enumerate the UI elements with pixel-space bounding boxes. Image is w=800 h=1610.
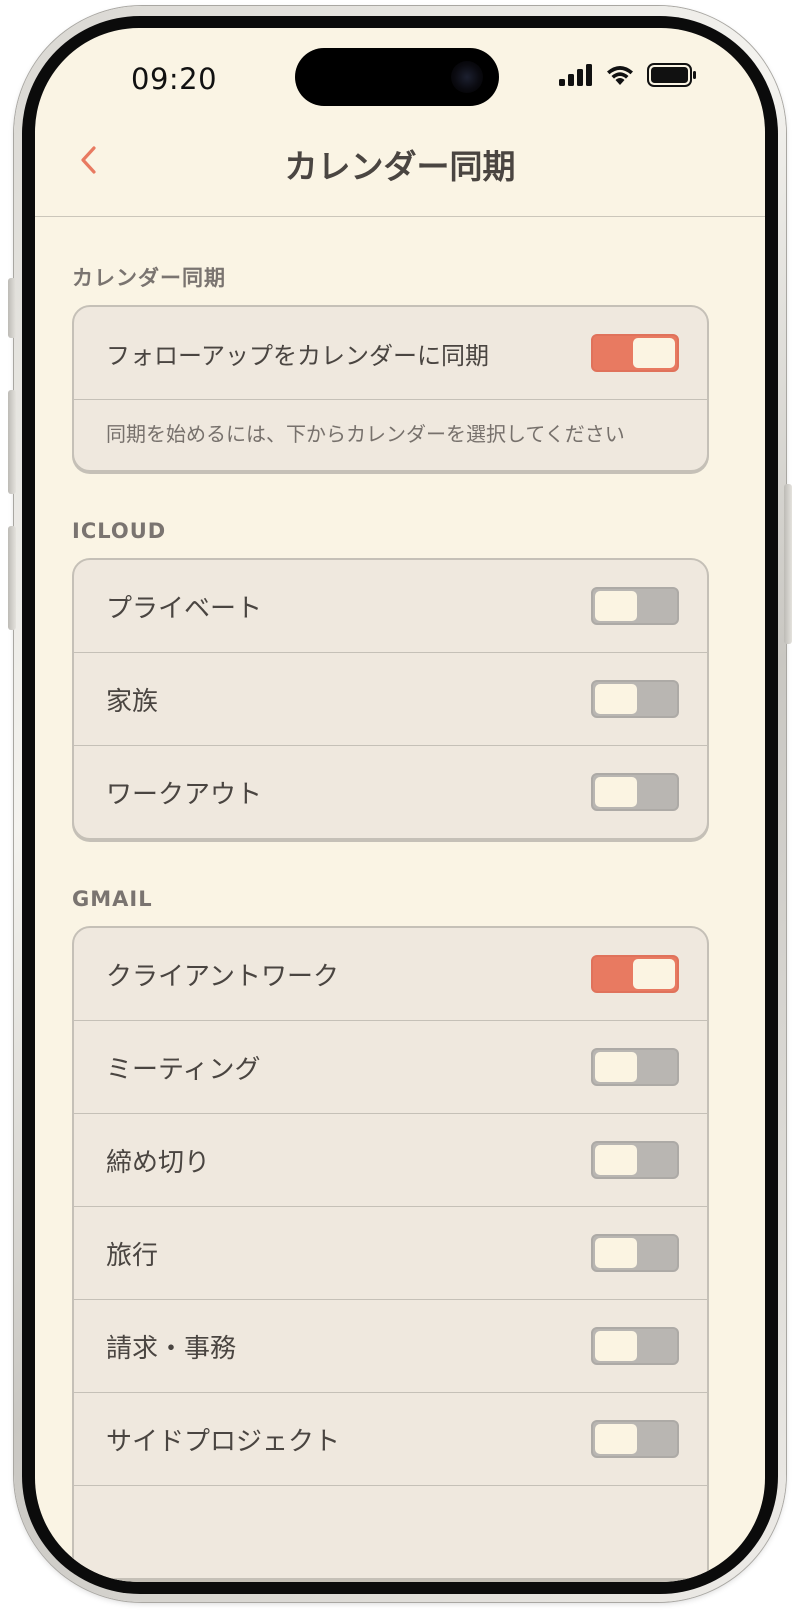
calendar-label: 締め切り (106, 1147, 211, 1178)
calendar-toggle-travel[interactable] (591, 1234, 679, 1272)
toggle-knob (633, 959, 675, 989)
calendar-label: クライアントワーク (106, 961, 339, 992)
calendar-row: 締め切り (74, 1114, 707, 1207)
toggle-knob (595, 684, 637, 714)
calendar-toggle-billing[interactable] (591, 1327, 679, 1365)
status-bar: 09:20 (35, 28, 765, 128)
toggle-knob (595, 1424, 637, 1454)
battery-icon (647, 63, 697, 91)
signal-icon (559, 64, 593, 90)
calendar-toggle-deadlines[interactable] (591, 1141, 679, 1179)
sync-hint: 同期を始めるには、下からカレンダーを選択してください (106, 422, 625, 446)
calendar-toggle-meetings[interactable] (591, 1048, 679, 1086)
calendar-toggle-family[interactable] (591, 680, 679, 718)
calendar-label: サイドプロジェクト (106, 1426, 341, 1457)
toggle-knob (595, 1052, 637, 1082)
volume-down-button (8, 526, 16, 630)
gmail-card: クライアントワーク ミーティング 締め切り 旅行 請求・事務 サイドプロジェクト (72, 926, 709, 1580)
calendar-row: 請求・事務 (74, 1300, 707, 1393)
calendar-toggle-client-work[interactable] (591, 955, 679, 993)
section-label-gmail: GMAIL (72, 887, 153, 911)
master-sync-toggle[interactable] (591, 334, 679, 372)
toggle-knob (595, 1145, 637, 1175)
section-label-icloud: ICLOUD (72, 519, 167, 543)
calendar-row: クライアントワーク (74, 928, 707, 1021)
calendar-toggle-private[interactable] (591, 587, 679, 625)
master-sync-label: フォローアップをカレンダーに同期 (106, 341, 490, 370)
settings-content: カレンダー同期 フォローアップをカレンダーに同期 同期を始めるには、下からカレン… (72, 218, 709, 1580)
sync-card: フォローアップをカレンダーに同期 同期を始めるには、下からカレンダーを選択してく… (72, 305, 709, 472)
volume-up-button (8, 390, 16, 494)
toggle-knob (595, 591, 637, 621)
wifi-icon (605, 64, 635, 90)
screen: 09:20 カレンダー同期 カレンダー同期 フォローアップをカレンダーに同期 同… (35, 28, 765, 1582)
calendar-row: サイドプロジェクト (74, 1393, 707, 1486)
calendar-label: ミーティング (106, 1054, 261, 1085)
calendar-label: 旅行 (106, 1240, 159, 1271)
calendar-label: 請求・事務 (106, 1333, 237, 1364)
calendar-row-partial (74, 1486, 707, 1578)
page-title: カレンダー同期 (284, 147, 516, 186)
master-sync-row: フォローアップをカレンダーに同期 (74, 307, 707, 400)
dynamic-island (295, 48, 499, 106)
calendar-label: プライベート (106, 593, 263, 624)
calendar-row: ワークアウト (74, 746, 707, 838)
calendar-toggle-workout[interactable] (591, 773, 679, 811)
section-label-sync: カレンダー同期 (72, 266, 226, 290)
calendar-row: 家族 (74, 653, 707, 746)
calendar-label: ワークアウト (106, 779, 263, 810)
calendar-toggle-side-projects[interactable] (591, 1420, 679, 1458)
toggle-knob (595, 777, 637, 807)
calendar-label: 家族 (106, 686, 159, 717)
power-button (784, 484, 792, 644)
icloud-card: プライベート 家族 ワークアウト (72, 558, 709, 840)
toggle-knob (595, 1238, 637, 1268)
calendar-row: 旅行 (74, 1207, 707, 1300)
status-icons (559, 63, 697, 91)
toggle-knob (633, 338, 675, 368)
silent-switch (8, 278, 16, 338)
calendar-row: ミーティング (74, 1021, 707, 1114)
calendar-row: プライベート (74, 560, 707, 653)
nav-header: カレンダー同期 (35, 128, 765, 217)
front-camera (451, 61, 483, 93)
status-time: 09:20 (131, 62, 218, 96)
toggle-knob (595, 1331, 637, 1361)
